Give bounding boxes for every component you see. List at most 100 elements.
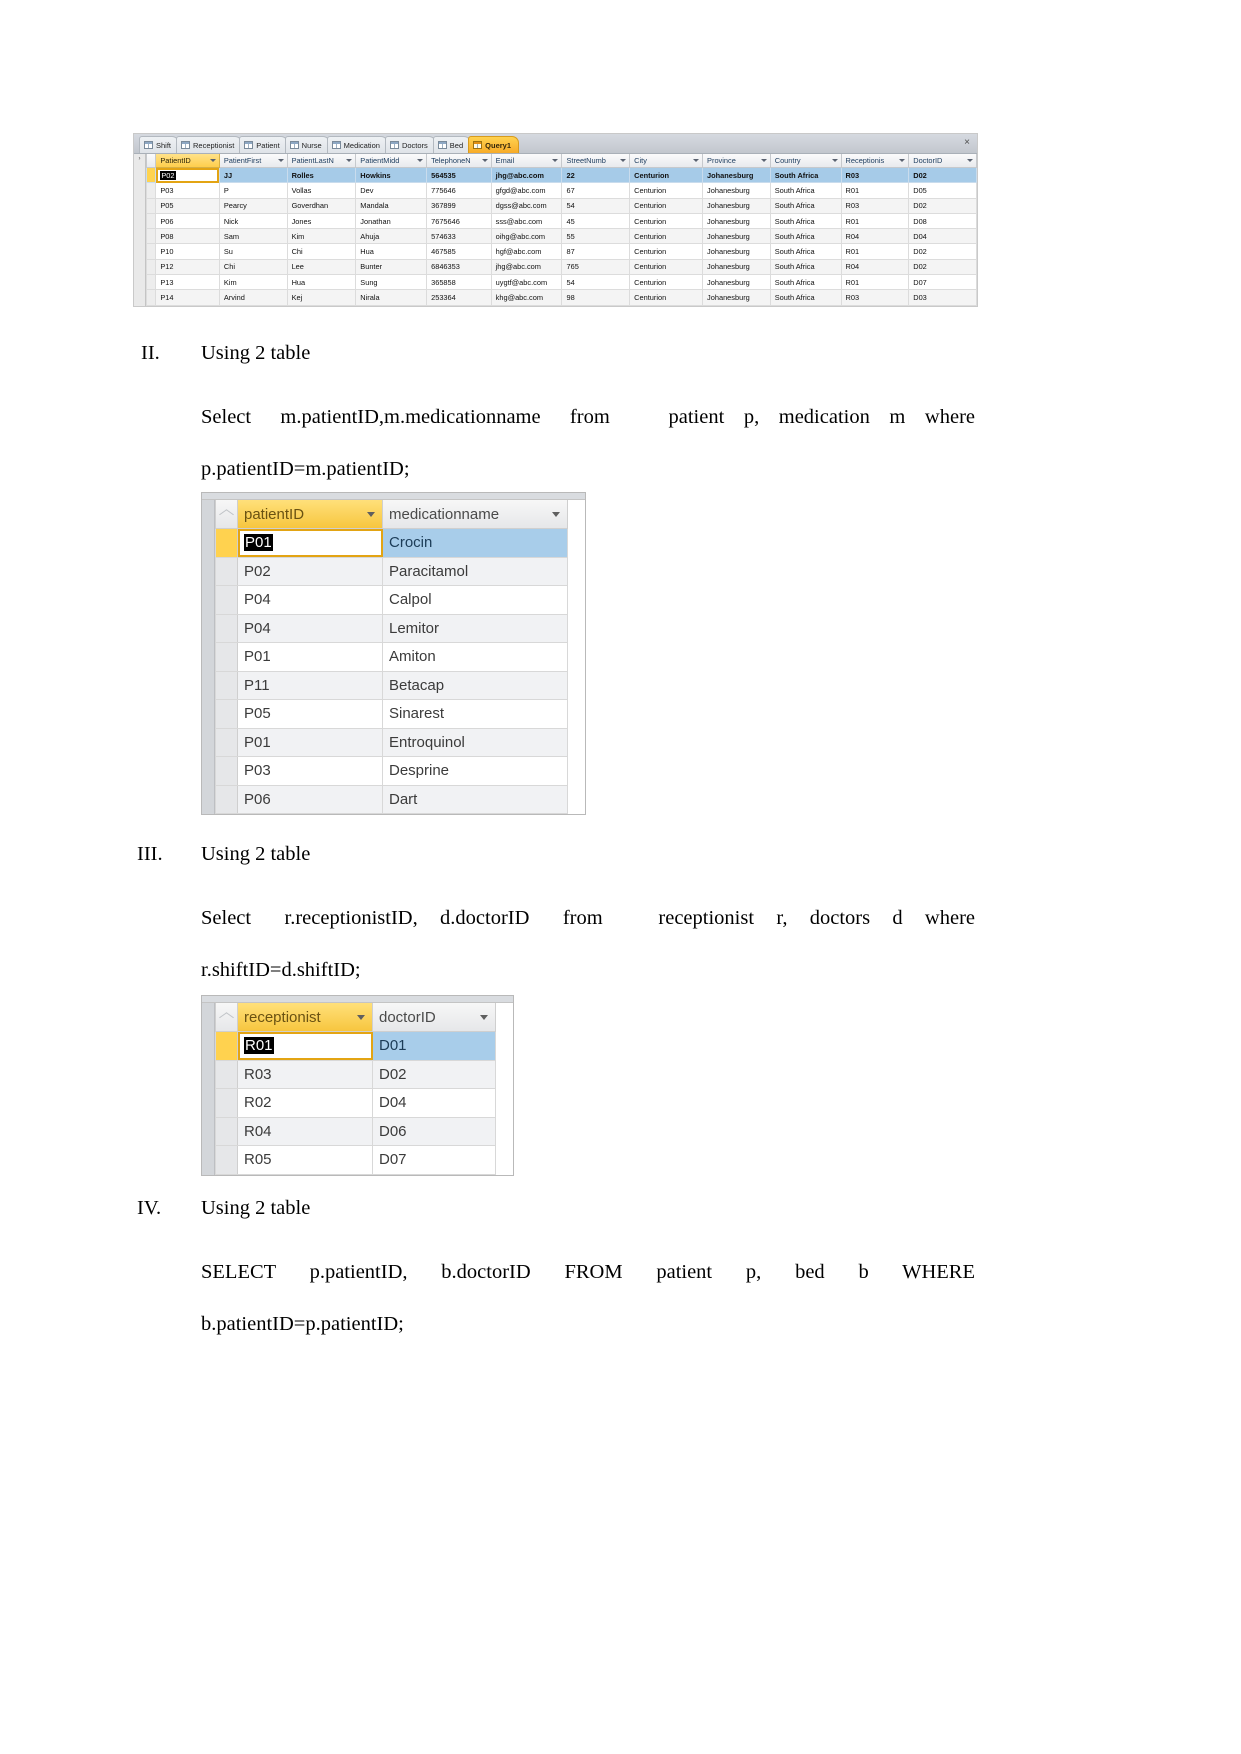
cell-doctorid[interactable]: D01 (372, 1031, 496, 1061)
cell-email[interactable]: oihg@abc.com (490, 228, 563, 245)
cell-receptionist[interactable]: R03 (840, 166, 910, 184)
table-row[interactable]: P12 Chi Lee Bunter 6846353 jhg@abc.com 7… (145, 258, 977, 276)
column-header-email[interactable]: Email (490, 154, 563, 168)
column-header-receptionist[interactable]: Receptionis (840, 154, 910, 168)
cell-patientid[interactable]: P01 (237, 727, 383, 757)
column-header-telephone[interactable]: TelephoneN (426, 154, 492, 168)
cell-doctorid[interactable]: D08 (908, 212, 977, 230)
row-selector[interactable] (215, 1088, 238, 1118)
cell-telephone[interactable]: 365858 (426, 274, 492, 291)
cell-city[interactable]: Centurion (629, 166, 704, 184)
cell-patientid[interactable]: P13 (155, 274, 220, 291)
table-row[interactable]: P06 Nick Jones Jonathan 7675646 sss@abc.… (145, 212, 977, 230)
cell-receptionist[interactable]: R04 (840, 228, 910, 245)
cell-patientfirst[interactable]: Kim (218, 274, 288, 291)
table-row[interactable]: P02 Paracitamol (215, 556, 568, 586)
column-header-streetnumber[interactable]: StreetNumb (561, 154, 631, 168)
cell-medicationname[interactable]: Sinarest (382, 699, 568, 729)
column-header-doctorid[interactable]: DoctorID (908, 154, 977, 168)
tab-query1[interactable]: Query1 (468, 136, 520, 153)
cell-patientid[interactable]: P01 (237, 528, 383, 558)
cell-patientid[interactable]: P05 (155, 197, 220, 214)
column-header-city[interactable]: City (629, 154, 704, 168)
cell-doctorid[interactable]: D03 (908, 289, 977, 306)
row-selector[interactable] (145, 258, 157, 276)
cell-patientfirst[interactable]: P (218, 182, 288, 199)
row-selector[interactable] (215, 727, 238, 757)
cell-patientid[interactable]: P03 (237, 756, 383, 786)
cell-province[interactable]: Johanesburg (702, 212, 771, 230)
cell-receptionist[interactable]: R03 (840, 197, 910, 214)
row-selector[interactable] (145, 182, 157, 199)
table-row[interactable]: R02 D04 (215, 1088, 496, 1118)
tab-nurse[interactable]: Nurse (284, 136, 330, 153)
cell-email[interactable]: dgss@abc.com (490, 197, 563, 214)
row-selector[interactable] (215, 1145, 238, 1175)
cell-medicationname[interactable]: Entroquinol (382, 727, 568, 757)
cell-email[interactable]: jhg@abc.com (490, 258, 563, 276)
cell-medicationname[interactable]: Dart (382, 784, 568, 814)
row-selector[interactable] (145, 197, 157, 214)
cell-country[interactable]: South Africa (769, 258, 842, 276)
table-row[interactable]: P04 Lemitor (215, 613, 568, 643)
column-header-receptionistid[interactable]: receptionist (237, 1003, 373, 1032)
column-header-patientid[interactable]: PatientID (155, 154, 220, 168)
row-selector[interactable] (215, 528, 238, 558)
cell-country[interactable]: South Africa (769, 274, 842, 291)
cell-patientlast[interactable]: Kej (286, 289, 357, 306)
table-row[interactable]: P02 JJ Rolles Howkins 564535 jhg@abc.com… (145, 166, 977, 184)
tab-shift[interactable]: Shift (139, 136, 180, 153)
cell-city[interactable]: Centurion (629, 289, 704, 306)
table-row[interactable]: P03 Desprine (215, 756, 568, 786)
cell-telephone[interactable]: 6846353 (426, 258, 492, 276)
cell-receptionistid[interactable]: R03 (237, 1059, 373, 1089)
cell-patientid[interactable]: P04 (237, 613, 383, 643)
row-selector[interactable] (145, 212, 157, 230)
cell-doctorid[interactable]: D02 (908, 197, 977, 214)
cell-patientid[interactable]: P02 (237, 556, 383, 586)
cell-city[interactable]: Centurion (629, 197, 704, 214)
table-row[interactable]: P04 Calpol (215, 585, 568, 615)
navigation-pane-collapsed[interactable]: › (134, 154, 146, 306)
cell-province[interactable]: Johanesburg (702, 243, 771, 260)
cell-country[interactable]: South Africa (769, 228, 842, 245)
cell-city[interactable]: Centurion (629, 228, 704, 245)
cell-patientid[interactable]: P04 (237, 585, 383, 615)
cell-patientfirst[interactable]: Arvind (218, 289, 288, 306)
table-row[interactable]: P01 Entroquinol (215, 727, 568, 757)
tab-bed[interactable]: Bed (432, 136, 472, 153)
table-row[interactable]: P11 Betacap (215, 670, 568, 700)
cell-telephone[interactable]: 367899 (426, 197, 492, 214)
cell-patientfirst[interactable]: Pearcy (218, 197, 288, 214)
row-selector[interactable] (215, 1116, 238, 1146)
cell-doctorid[interactable]: D02 (908, 243, 977, 260)
chevron-down-icon[interactable] (552, 159, 559, 162)
row-selector[interactable] (145, 166, 157, 184)
cell-patientlast[interactable]: Chi (286, 243, 357, 260)
cell-doctorid[interactable]: D06 (372, 1116, 496, 1146)
cell-doctorid[interactable]: D07 (908, 274, 977, 291)
table-row[interactable]: P14 Arvind Kej Nirala 253364 khg@abc.com… (145, 289, 977, 306)
cell-receptionist[interactable]: R01 (840, 182, 910, 199)
cell-city[interactable]: Centurion (629, 182, 704, 199)
column-header-medicationname[interactable]: medicationname (382, 500, 568, 529)
cell-country[interactable]: South Africa (769, 182, 842, 199)
row-selector[interactable] (145, 274, 157, 291)
chevron-down-icon[interactable] (209, 159, 216, 162)
cell-patientid[interactable]: P02 (155, 166, 220, 184)
cell-patientmiddle[interactable]: Mandala (355, 197, 428, 214)
tab-receptionist[interactable]: Receptionist (176, 136, 243, 153)
cell-telephone[interactable]: 574633 (426, 228, 492, 245)
column-header-patientid[interactable]: patientID (237, 500, 383, 529)
table-row[interactable]: P06 Dart (215, 784, 568, 814)
chevron-down-icon[interactable] (760, 159, 767, 162)
cell-streetnumber[interactable]: 54 (561, 197, 631, 214)
cell-patientid[interactable]: P05 (237, 699, 383, 729)
row-selector[interactable] (215, 1031, 238, 1061)
cell-patientid[interactable]: P03 (155, 182, 220, 199)
cell-receptionistid[interactable]: R01 (237, 1031, 373, 1061)
table-row[interactable]: P01 Amiton (215, 642, 568, 672)
chevron-down-icon[interactable] (417, 159, 424, 162)
table-row[interactable]: P03 P Vollas Dev 775646 gfgd@abc.com 67 … (145, 182, 977, 199)
cell-city[interactable]: Centurion (629, 274, 704, 291)
